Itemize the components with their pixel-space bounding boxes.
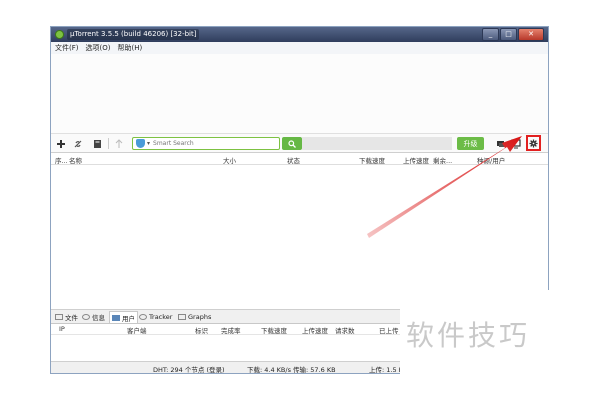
pointer-arrow	[367, 136, 522, 238]
